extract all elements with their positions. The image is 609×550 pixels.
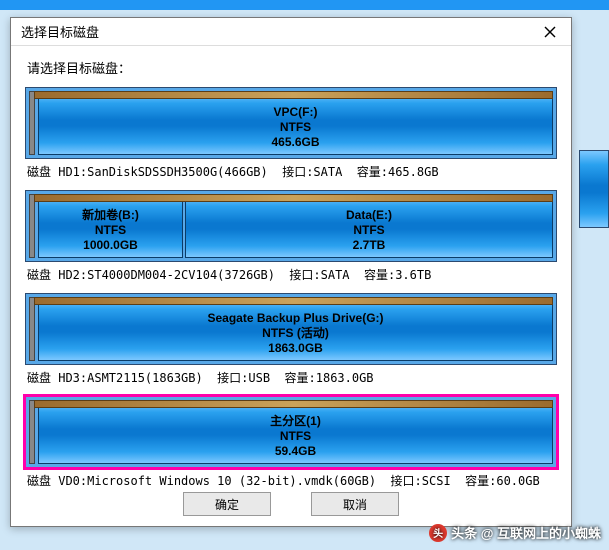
disk-row-hd1[interactable]: VPC(F:) NTFS 465.6GB [25, 87, 557, 159]
partition-vpc-f[interactable]: VPC(F:) NTFS 465.6GB [38, 91, 553, 155]
partition-name: VPC(F:) [274, 105, 318, 120]
partition-newvol-b[interactable]: 新加卷(B:) NTFS 1000.0GB [38, 194, 183, 258]
partition-name: Data(E:) [346, 208, 392, 223]
watermark-text: 头条 @ 互联网上的小蜘蛛 [451, 523, 601, 542]
select-target-disk-dialog: 选择目标磁盘 请选择目标磁盘： VPC(F:) NTFS 465.6GB 磁盘 … [10, 17, 572, 527]
ok-button[interactable]: 确定 [183, 492, 271, 516]
disk-info-vd0: 磁盘 VD0:Microsoft Windows 10 (32-bit).vmd… [27, 472, 557, 489]
disk-row-hd2[interactable]: 新加卷(B:) NTFS 1000.0GB Data(E:) NTFS 2.7T… [25, 190, 557, 262]
partition-fs: NTFS [280, 120, 311, 135]
watermark-logo-icon: 头 [429, 524, 447, 542]
disk-stub [29, 400, 35, 464]
disk-header-strip [34, 91, 553, 99]
partition-size: 1000.0GB [83, 238, 138, 253]
partition-fs: NTFS [353, 223, 384, 238]
partition-size: 1863.0GB [268, 341, 323, 356]
dialog-title: 选择目标磁盘 [21, 22, 535, 41]
disk-row-hd3[interactable]: Seagate Backup Plus Drive(G:) NTFS (活动) … [25, 293, 557, 365]
watermark: 头 头条 @ 互联网上的小蜘蛛 [429, 523, 601, 542]
partition-fs: NTFS [95, 223, 126, 238]
disk-header-strip [34, 297, 553, 305]
titlebar: 选择目标磁盘 [11, 18, 571, 46]
disk-row-vd0[interactable]: 主分区(1) NTFS 59.4GB [25, 396, 557, 468]
cancel-button[interactable]: 取消 [311, 492, 399, 516]
disk-info-hd3: 磁盘 HD3:ASMT2115(1863GB) 接口:USB 容量:1863.0… [27, 369, 557, 386]
disk-stub [29, 297, 35, 361]
partition-fs: NTFS [280, 429, 311, 444]
disk-header-strip [34, 194, 553, 202]
partition-seagate-g[interactable]: Seagate Backup Plus Drive(G:) NTFS (活动) … [38, 297, 553, 361]
disk-header-strip [34, 400, 553, 408]
partition-size: 465.6GB [271, 135, 319, 150]
disk-info-hd2: 磁盘 HD2:ST4000DM004-2CV104(3726GB) 接口:SAT… [27, 266, 557, 283]
partition-primary-1[interactable]: 主分区(1) NTFS 59.4GB [38, 400, 553, 464]
disk-info-hd1: 磁盘 HD1:SanDiskSDSSDH3500G(466GB) 接口:SATA… [27, 163, 557, 180]
background-partition-fragment [579, 150, 609, 228]
prompt-text: 请选择目标磁盘： [27, 58, 557, 77]
partition-size: 59.4GB [275, 444, 316, 459]
disk-stub [29, 194, 35, 258]
close-icon [544, 26, 556, 38]
partition-name: 主分区(1) [270, 414, 321, 429]
partition-name: Seagate Backup Plus Drive(G:) [207, 311, 383, 326]
close-button[interactable] [535, 22, 565, 42]
partition-name: 新加卷(B:) [82, 208, 139, 223]
partition-data-e[interactable]: Data(E:) NTFS 2.7TB [185, 194, 553, 258]
partition-size: 2.7TB [353, 238, 386, 253]
partition-fs: NTFS (活动) [262, 326, 329, 341]
disk-stub [29, 91, 35, 155]
